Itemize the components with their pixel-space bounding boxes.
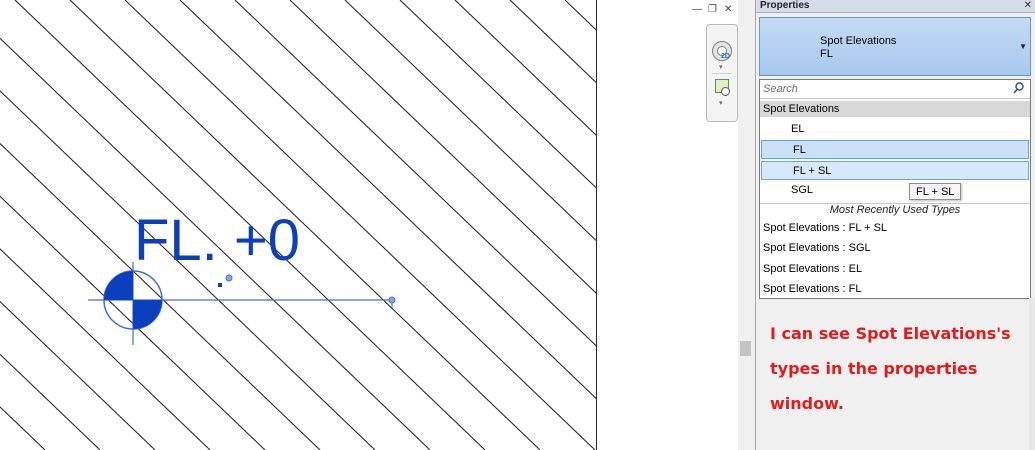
magnifier-icon bbox=[721, 87, 730, 96]
drawing-canvas[interactable]: FL. +0 bbox=[0, 0, 597, 450]
spot-symbol-quadrant-tl bbox=[104, 271, 133, 300]
type-dropdown-list: Spot Elevations EL FL FL + SL SGL Most R… bbox=[759, 79, 1031, 299]
search-box bbox=[760, 80, 1030, 99]
type-item-fl-sl[interactable]: FL + SL bbox=[761, 161, 1029, 180]
dropdown-arrow-icon[interactable]: ▼ bbox=[1019, 42, 1027, 51]
restore-icon[interactable]: ❐ bbox=[708, 4, 717, 16]
annotation-note: I can see Spot Elevations's types in the… bbox=[770, 324, 1011, 413]
properties-header[interactable]: Properties ✕ bbox=[756, 0, 1035, 13]
spot-elevation-annotation[interactable]: FL. +0 bbox=[0, 0, 597, 450]
close-view-icon[interactable]: ✕ bbox=[724, 4, 732, 16]
scrollbar-thumb[interactable] bbox=[740, 341, 751, 356]
chevron-down-icon[interactable]: ▾ bbox=[719, 63, 723, 71]
mru-header: Most Recently Used Types bbox=[829, 204, 961, 216]
type-group-header: Spot Elevations bbox=[760, 101, 1030, 117]
drag-handle[interactable] bbox=[218, 283, 222, 287]
search-icon[interactable] bbox=[1013, 82, 1024, 94]
view-window-controls: — ❐ ✕ bbox=[692, 4, 738, 18]
spot-symbol-quadrant-br bbox=[133, 300, 162, 329]
search-input[interactable] bbox=[763, 82, 1003, 96]
mru-item[interactable]: Spot Elevations : FL bbox=[763, 283, 861, 295]
type-item-label: EL bbox=[791, 123, 805, 135]
text-grip[interactable] bbox=[225, 274, 233, 282]
group-header-label: Spot Elevations bbox=[763, 103, 840, 115]
type-item-label: FL bbox=[793, 144, 806, 156]
mru-item[interactable]: Spot Elevations : SGL bbox=[763, 242, 871, 254]
type-item-label: FL + SL bbox=[793, 165, 832, 177]
type-item-fl[interactable]: FL bbox=[761, 140, 1029, 159]
vertical-scrollbar[interactable] bbox=[738, 0, 755, 450]
nav-separator bbox=[712, 73, 732, 74]
mru-item[interactable]: Spot Elevations : EL bbox=[763, 263, 862, 275]
type-item-el[interactable]: EL bbox=[760, 120, 1030, 139]
spot-elevation-text: FL. +0 bbox=[134, 208, 300, 273]
mru-item[interactable]: Spot Elevations : FL + SL bbox=[763, 222, 887, 234]
type-item-label: SGL bbox=[791, 184, 814, 196]
chevron-down-icon[interactable]: ▾ bbox=[719, 99, 723, 107]
type-family-label: Spot Elevations bbox=[820, 35, 897, 47]
type-name-label: FL bbox=[820, 48, 833, 60]
properties-title: Properties bbox=[760, 0, 810, 11]
leader-end-grip[interactable] bbox=[388, 296, 396, 304]
close-icon[interactable]: ✕ bbox=[1024, 0, 1032, 12]
type-tooltip: FL + SL bbox=[909, 183, 962, 200]
nav-2d-label: 2D bbox=[721, 53, 730, 60]
type-item-sgl[interactable]: SGL bbox=[760, 181, 1030, 200]
navigation-bar: 2D ▾ ▾ bbox=[706, 24, 738, 122]
minimize-icon[interactable]: — bbox=[692, 4, 702, 16]
type-selector[interactable]: Spot Elevations FL ▼ bbox=[759, 17, 1031, 76]
